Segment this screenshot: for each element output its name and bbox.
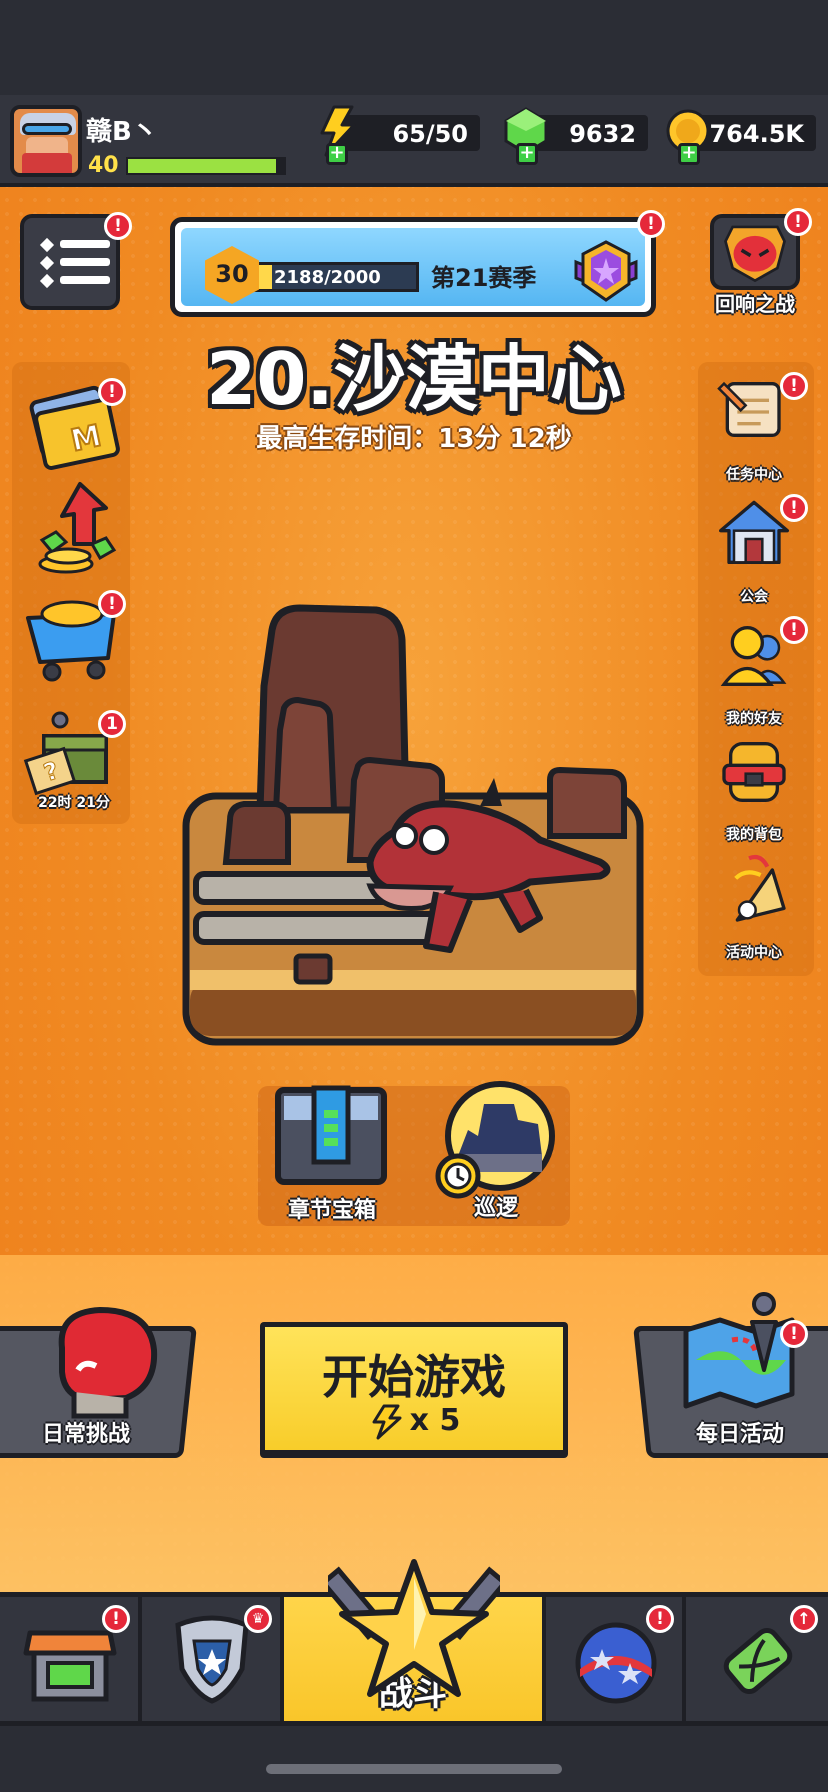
chapter-chest-button[interactable] [274,1082,388,1192]
start-game-label: 开始游戏 [322,1350,506,1404]
season-emblem-icon [574,240,638,302]
monthly-card-badge: ! [98,378,126,406]
season-progress-text: 2188/2000 [274,267,381,288]
evolution-upgrade-badge: ↑ [790,1605,818,1633]
gems-value: 9632 [569,120,636,148]
patrol-label: 巡逻 [474,1196,519,1221]
lightning-icon [372,1404,402,1439]
season-panel[interactable]: 2188/2000 30 第21赛季 ! [170,210,665,317]
start-game-cost: x 5 [265,1403,563,1440]
boxing-glove-icon [58,1306,158,1419]
echo-battle-badge: ! [784,208,812,236]
add-energy-button[interactable]: + [326,143,348,165]
patrol-button[interactable] [434,1080,558,1204]
shop-cart-badge: ! [98,590,126,618]
talents-badge: ! [646,1605,674,1633]
chest-icon [275,1085,387,1185]
shop-cart-button[interactable]: ! [22,584,126,688]
guild-badge: ! [780,494,808,522]
shop-badge: ! [102,1605,130,1633]
gems-counter[interactable]: + 9632 [504,107,648,165]
task-center-badge: ! [780,372,808,400]
player-name: 赣B丶 [86,117,158,147]
map-icon [683,1292,795,1409]
task-center-label: 任务中心 [726,467,782,483]
monthly-card-button[interactable]: M ! [22,372,126,476]
gold-counter[interactable]: + 764.5K [666,109,816,165]
friends-label: 我的好友 [726,711,782,727]
backpack-button[interactable]: 我的背包 [704,732,804,843]
season-tier-icon: 30 [205,246,259,304]
friends-badge: ! [780,616,808,644]
season-tier: 30 [215,260,249,288]
home-indicator [266,1764,562,1774]
player-avatar[interactable] [10,105,82,177]
season-label: 第21赛季 [431,264,537,292]
mystery-crate-button[interactable]: ? 22时 21分 1 [22,706,126,811]
desert-stage-illustration[interactable] [180,600,650,1050]
backpack-label: 我的背包 [726,827,782,843]
task-center-button[interactable]: 任务中心 ! [704,372,808,483]
equipment-badge: ♛ [244,1605,272,1633]
backpack-icon [722,742,786,802]
xp-bar-fill [128,159,277,173]
guild-button[interactable]: 公会 ! [704,494,808,605]
tab-evolution[interactable]: ↑ [686,1597,828,1721]
battle-swords-star-icon [328,1559,500,1697]
growth-fund-button[interactable] [22,478,126,582]
energy-value: 65/50 [392,120,468,148]
start-game-cost-value: x 5 [409,1403,461,1438]
tab-shop[interactable]: ! [0,1597,142,1721]
mystery-crate-badge: 1 [98,710,126,738]
shop-stall-icon [23,1630,117,1702]
tab-talents[interactable]: ! [546,1597,686,1721]
tab-equipment[interactable]: ♛ [142,1597,284,1721]
energy-counter[interactable]: + 65/50 [320,105,480,165]
player-level: 40 [88,153,119,178]
friends-button[interactable]: 我的好友 ! [704,616,808,727]
start-game-button[interactable]: 开始游戏 x 5 [260,1322,568,1458]
echo-battle-button[interactable]: 回响之战 ! [704,208,812,318]
xp-bar [126,157,286,175]
dna-capsule-icon [723,1627,793,1695]
season-progress-bar: 2188/2000 [253,262,419,292]
daily-events-label: 每日活动 [696,1422,785,1447]
player-level-panel: 40 [82,149,292,179]
mystery-crate-timer: 22时 21分 [38,795,110,811]
daily-events-badge: ! [780,1320,808,1348]
daily-challenge-label: 日常挑战 [42,1422,131,1447]
party-popper-icon [734,854,786,922]
menu-button[interactable]: ! [20,212,132,310]
event-center-label: 活动中心 [726,945,782,961]
add-gold-button[interactable]: + [678,143,700,165]
guild-label: 公会 [740,589,768,605]
top-bar: 赣B丶 40 + 65/50 + 9632 + 764.5K [0,95,828,187]
patrol-icon [435,1081,555,1199]
gold-value: 764.5K [709,120,804,148]
event-center-button[interactable]: 活动中心 [704,850,804,961]
echo-battle-label: 回响之战 [715,292,795,316]
growth-arrow-icon [38,482,117,574]
season-badge: ! [637,210,665,238]
menu-badge: ! [104,212,132,240]
add-gems-button[interactable]: + [516,143,538,165]
chapter-chest-label: 章节宝箱 [288,1198,377,1223]
